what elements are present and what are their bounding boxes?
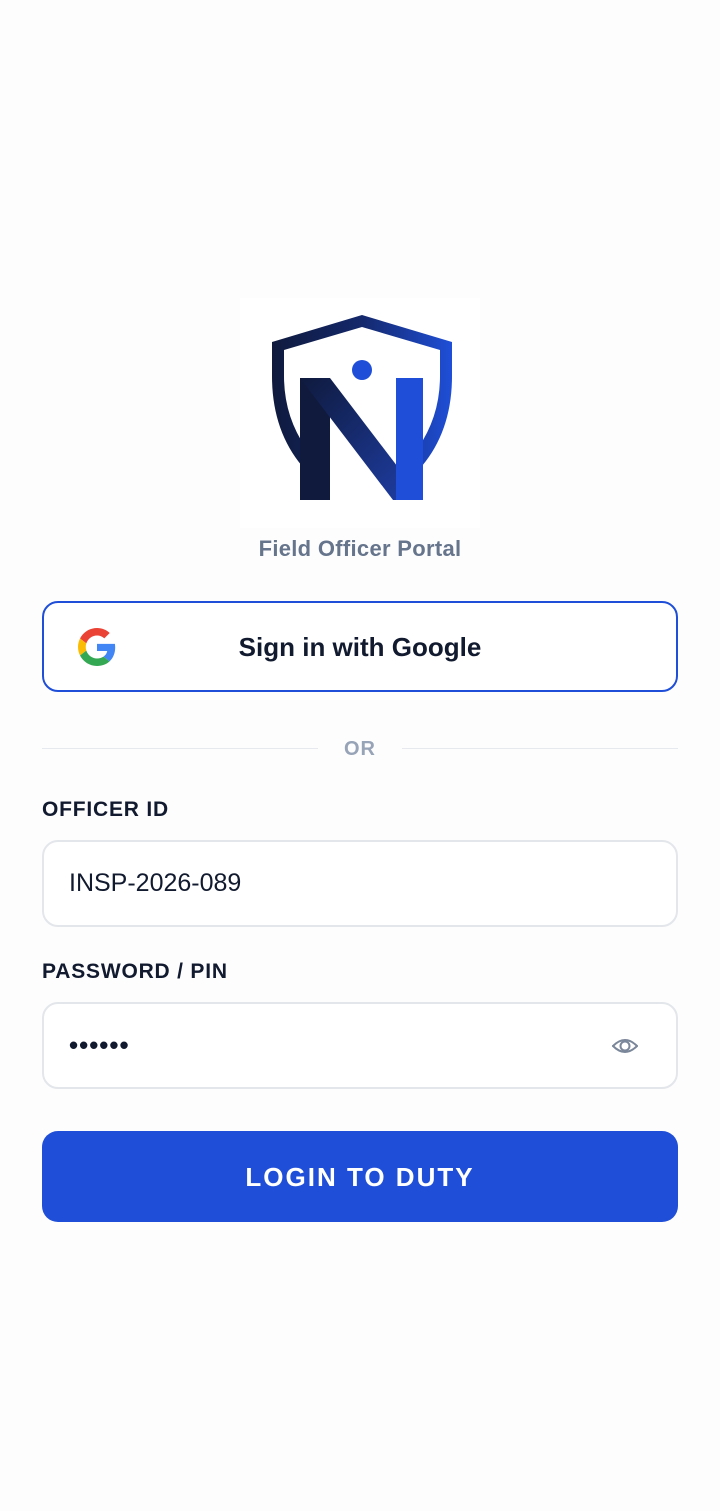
shield-logo-icon bbox=[272, 315, 452, 500]
portal-subtitle: Field Officer Portal bbox=[258, 536, 462, 561]
password-label: PASSWORD / PIN bbox=[42, 960, 228, 983]
google-signin-button[interactable]: Sign in with Google bbox=[42, 601, 678, 692]
google-signin-label: Sign in with Google bbox=[238, 632, 482, 662]
login-button[interactable]: LOGIN TO DUTY bbox=[42, 1131, 678, 1222]
shield-n-logo bbox=[240, 298, 480, 528]
login-screen: Field Officer Portal Sign in with Google… bbox=[0, 0, 720, 1511]
officer-id-field-box bbox=[42, 840, 678, 927]
login-button-label: LOGIN TO DUTY bbox=[245, 1162, 475, 1192]
password-field-box bbox=[42, 1002, 678, 1089]
officer-id-input[interactable] bbox=[69, 842, 609, 925]
divider-line-left bbox=[42, 748, 318, 749]
officer-id-label: OFFICER ID bbox=[42, 798, 169, 821]
eye-icon[interactable] bbox=[610, 1031, 640, 1061]
password-input[interactable] bbox=[69, 1004, 609, 1087]
divider-or-text: OR bbox=[344, 738, 376, 760]
divider-line-right bbox=[402, 748, 678, 749]
